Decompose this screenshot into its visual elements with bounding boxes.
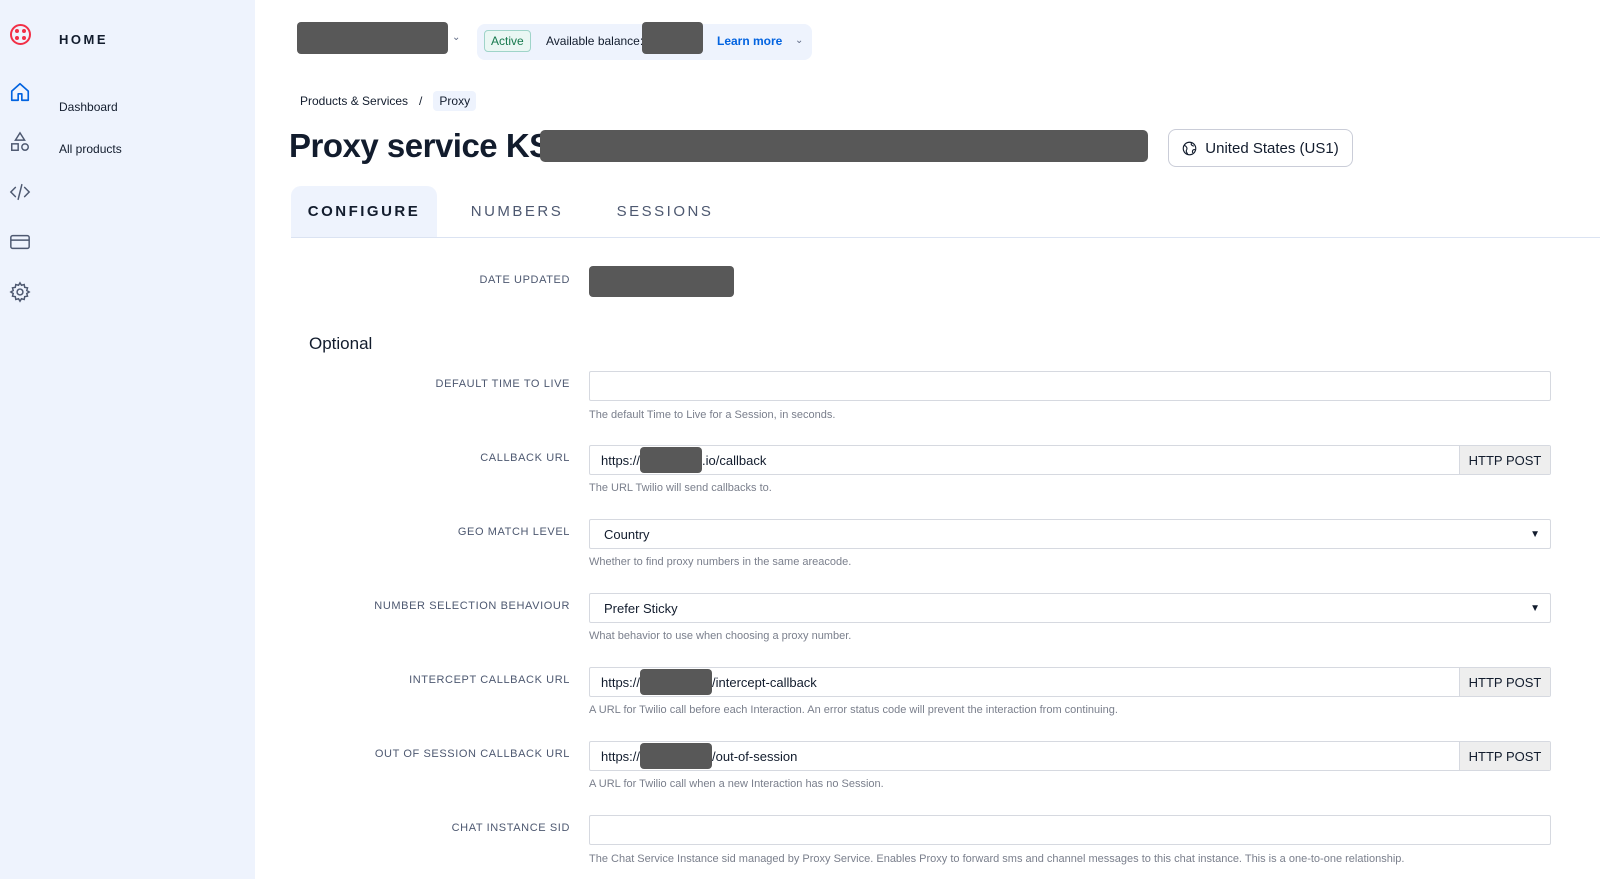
geo-match-help: Whether to find proxy numbers in the sam…	[589, 556, 852, 568]
code-icon[interactable]	[9, 181, 31, 203]
balance-label: Available balance:	[546, 34, 644, 48]
out-of-session-suffix: /out-of-session	[712, 748, 798, 764]
service-sid	[540, 130, 1148, 162]
date-updated-label: DATE UPDATED	[479, 274, 570, 286]
sidebar-item-all-products[interactable]: All products	[59, 142, 122, 156]
optional-heading: Optional	[309, 334, 373, 353]
default-ttl-help: The default Time to Live for a Session, …	[589, 409, 836, 421]
callback-url-prefix: https://	[601, 452, 641, 468]
out-of-session-help: A URL for Twilio call when a new Interac…	[589, 778, 884, 790]
tab-bar: CONFIGURE NUMBERS SESSIONS	[291, 186, 1600, 238]
status-badge: Active	[484, 30, 531, 52]
breadcrumb-proxy[interactable]: Proxy	[433, 91, 477, 111]
shapes-icon[interactable]	[9, 131, 31, 153]
tab-sessions[interactable]: SESSIONS	[597, 186, 733, 237]
intercept-callback-label: INTERCEPT CALLBACK URL	[409, 674, 570, 686]
billing-card-icon[interactable]	[9, 231, 31, 253]
default-ttl-input[interactable]	[589, 371, 1551, 401]
learn-more-link[interactable]: Learn more	[717, 34, 782, 48]
number-selection-label: NUMBER SELECTION BEHAVIOUR	[374, 600, 570, 612]
intercept-callback-suffix: /intercept-callback	[712, 674, 817, 690]
out-of-session-domain	[640, 743, 713, 769]
account-selector[interactable]	[297, 22, 448, 54]
twilio-logo-icon[interactable]	[10, 24, 31, 45]
balance-value	[642, 22, 703, 54]
intercept-http-method[interactable]: HTTP POST	[1459, 668, 1550, 696]
default-ttl-label: DEFAULT TIME TO LIVE	[435, 378, 570, 390]
callback-url-label: CALLBACK URL	[480, 452, 570, 464]
chat-instance-value	[590, 816, 1550, 844]
chevron-down-icon: ▼	[1530, 528, 1540, 540]
number-selection-value: Prefer Sticky	[604, 600, 678, 616]
chat-instance-label: CHAT INSTANCE SID	[451, 822, 570, 834]
intercept-callback-domain	[640, 669, 713, 695]
globe-icon	[1182, 141, 1197, 155]
region-label: United States (US1)	[1205, 139, 1339, 157]
chevron-down-icon: ▼	[1530, 602, 1540, 614]
sidebar-item-dashboard[interactable]: Dashboard	[59, 100, 118, 114]
number-selection-help: What behavior to use when choosing a pro…	[589, 630, 852, 642]
chevron-down-icon[interactable]: ⌄	[795, 35, 803, 46]
region-button[interactable]: United States (US1)	[1168, 129, 1353, 167]
sidebar-title: HOME	[59, 32, 108, 47]
out-of-session-label: OUT OF SESSION CALLBACK URL	[374, 748, 570, 760]
out-of-session-input[interactable]: https:// /out-of-session HTTP POST	[589, 741, 1551, 771]
geo-match-value: Country	[604, 526, 650, 542]
gear-icon[interactable]	[9, 281, 31, 303]
out-of-session-http-method[interactable]: HTTP POST	[1459, 742, 1550, 770]
callback-url-domain	[640, 447, 703, 473]
intercept-callback-input[interactable]: https:// /intercept-callback HTTP POST	[589, 667, 1551, 697]
intercept-callback-help: A URL for Twilio call before each Intera…	[589, 704, 1118, 716]
chat-instance-help: The Chat Service Instance sid managed by…	[589, 853, 1405, 865]
breadcrumb-separator: /	[419, 94, 423, 108]
callback-url-input[interactable]: https:// .io/callback HTTP POST	[589, 445, 1551, 475]
callback-url-suffix: .io/callback	[702, 452, 767, 468]
default-ttl-value	[590, 372, 1550, 400]
chat-instance-input[interactable]	[589, 815, 1551, 845]
intercept-callback-prefix: https://	[601, 674, 641, 690]
tab-configure[interactable]: CONFIGURE	[291, 186, 437, 237]
page-title: Proxy service KS	[289, 127, 551, 164]
callback-url-help: The URL Twilio will send callbacks to.	[589, 482, 772, 494]
breadcrumb-products-services[interactable]: Products & Services	[300, 94, 408, 108]
out-of-session-prefix: https://	[601, 748, 641, 764]
tab-numbers[interactable]: NUMBERS	[449, 186, 585, 237]
number-selection-select[interactable]: Prefer Sticky ▼	[589, 593, 1551, 623]
geo-match-label: GEO MATCH LEVEL	[457, 526, 570, 538]
home-icon[interactable]	[9, 81, 31, 103]
callback-http-method[interactable]: HTTP POST	[1459, 446, 1550, 474]
breadcrumb: Products & Services / Proxy	[300, 91, 477, 111]
chevron-down-icon[interactable]: ⌄	[452, 32, 460, 43]
date-updated-value	[589, 266, 734, 297]
geo-match-select[interactable]: Country ▼	[589, 519, 1551, 549]
sidebar: HOME Dashboard All products	[0, 0, 255, 879]
